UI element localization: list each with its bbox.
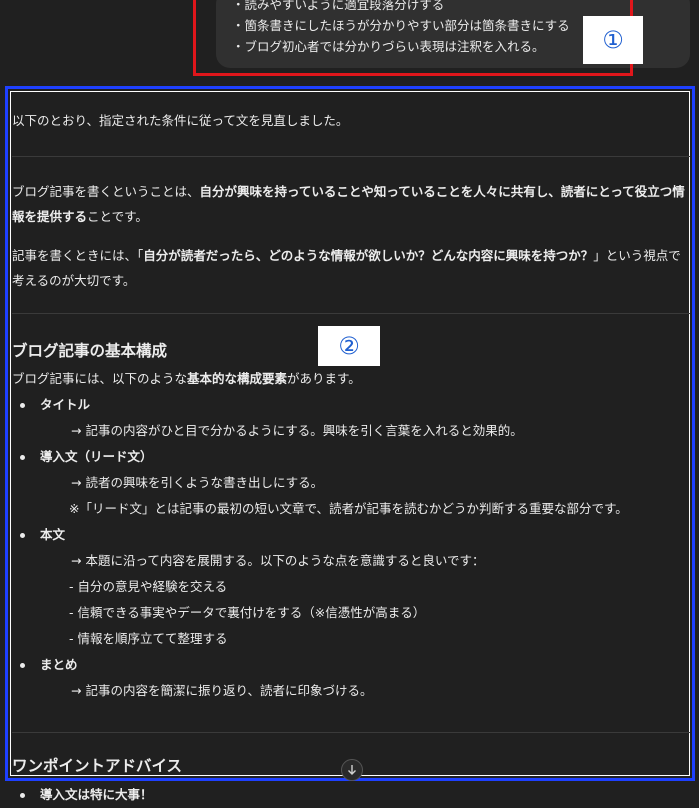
component-list: タイトル → 記事の内容がひと目で分かるようにする。興味を引く言葉を入れると効果… bbox=[12, 392, 690, 704]
list-item-title: まとめ bbox=[12, 652, 690, 678]
text-span: ブログ記事を書くということは、 bbox=[12, 184, 200, 199]
bold-span: 基本的な構成要素 bbox=[187, 371, 288, 386]
list-item-subpoint: - 信頼できる事実やデータで裏付けをする（※信憑性が高まる） bbox=[69, 605, 426, 620]
text-span: ブログ記事には、以下のような bbox=[12, 371, 188, 386]
bold-span: 自分が読者だったら、どのような情報が欲しいか？どんな内容に興味を持つか？ bbox=[143, 248, 594, 263]
list-item-detail: → 本題に沿って内容を展開する。以下のような点を意識すると良いです： bbox=[71, 553, 485, 568]
annotation-label-2: ② bbox=[318, 326, 380, 366]
text-span: ことです。 bbox=[87, 209, 148, 224]
text-span: があります。 bbox=[287, 371, 361, 386]
list-item: 本文 → 本題に沿って内容を展開する。以下のような点を意識すると良いです： - … bbox=[12, 522, 690, 652]
list-item: 導入文（リード文） → 読者の興味を引くような書き出しにする。 ※「リード文」と… bbox=[12, 444, 690, 522]
bullet-icon bbox=[20, 533, 25, 538]
list-item-subpoint: - 情報を順序立てて整理する bbox=[69, 631, 228, 646]
list-item-detail: → 記事の内容がひと目で分かるようにする。興味を引く言葉を入れると効果的。 bbox=[71, 423, 523, 438]
list-item-label: まとめ bbox=[40, 657, 78, 672]
list-item-title: 導入文（リード文） bbox=[12, 444, 690, 470]
annotation-box-1 bbox=[193, 0, 633, 76]
response-intro: 以下のとおり、指定された条件に従って文を見直しました。 bbox=[12, 113, 349, 128]
list-item-subpoint: - 自分の意見や経験を交える bbox=[69, 579, 228, 594]
response-paragraph-1: ブログ記事を書くということは、自分が興味を持っていることや知っていることを人々に… bbox=[12, 179, 690, 229]
bullet-icon bbox=[20, 793, 25, 798]
section-intro: ブログ記事には、以下のような基本的な構成要素があります。 bbox=[12, 366, 690, 392]
list-item-label: 導入文は特に大事！ bbox=[40, 787, 153, 802]
text-span: 記事を書くときには、「 bbox=[12, 248, 144, 263]
list-item-detail: → 読者の興味を引くような書き出しにする。 bbox=[71, 475, 324, 490]
list-item-title: タイトル bbox=[12, 392, 690, 418]
response-paragraph-2: 記事を書くときには、「自分が読者だったら、どのような情報が欲しいか？どんな内容に… bbox=[12, 243, 690, 293]
list-item-note: ※「リード文」とは記事の最初の短い文章で、読者が記事を読むかどうか判断する重要な… bbox=[69, 501, 628, 516]
list-item-label: 導入文（リード文） bbox=[40, 449, 153, 464]
bullet-icon bbox=[20, 403, 25, 408]
list-item: タイトル → 記事の内容がひと目で分かるようにする。興味を引く言葉を入れると効果… bbox=[12, 392, 690, 444]
bullet-icon bbox=[20, 455, 25, 460]
list-item-title: 本文 bbox=[12, 522, 690, 548]
list-item-detail: → 記事の内容を簡潔に振り返り、読者に印象づける。 bbox=[71, 683, 373, 698]
list-item-label: タイトル bbox=[40, 397, 91, 412]
annotation-label-1: ① bbox=[583, 16, 643, 64]
list-item-label: 本文 bbox=[40, 527, 66, 542]
assistant-response: 以下のとおり、指定された条件に従って文を見直しました。 ブログ記事を書くというこ… bbox=[12, 100, 690, 781]
list-item-title: 導入文は特に大事！ bbox=[12, 782, 153, 808]
bullet-icon bbox=[20, 663, 25, 668]
list-item: まとめ → 記事の内容を簡潔に振り返り、読者に印象づける。 bbox=[12, 652, 690, 704]
arrow-down-icon bbox=[348, 765, 356, 775]
scroll-down-button[interactable] bbox=[341, 759, 363, 781]
